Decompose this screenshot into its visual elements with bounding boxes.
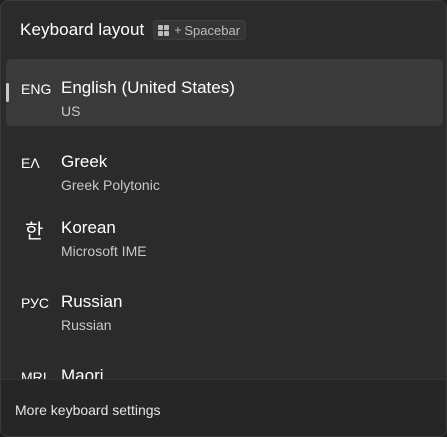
layout-language: Korean [61, 218, 116, 237]
layout-name: Microsoft IME [61, 243, 147, 259]
layout-language: Russian [61, 292, 123, 311]
layout-list: ENG English (United States) US ΕΛ Greek … [1, 57, 446, 381]
selection-indicator [6, 83, 9, 102]
layout-language: Greek [61, 152, 108, 171]
keyboard-layout-flyout: Keyboard layout + Spacebar ENG English (… [0, 0, 447, 437]
layout-language: English (United States) [61, 78, 235, 97]
flyout-header: Keyboard layout + Spacebar [20, 18, 247, 42]
flyout-title: Keyboard layout [20, 20, 145, 39]
layout-item-korean[interactable]: 한 Korean Microsoft IME [6, 199, 443, 266]
layout-item-greek[interactable]: ΕΛ Greek Greek Polytonic [6, 133, 443, 200]
more-keyboard-settings-link[interactable]: More keyboard settings [15, 402, 161, 418]
windows-key-icon [158, 24, 170, 36]
layout-item-english[interactable]: ENG English (United States) US [6, 59, 443, 126]
shortcut-plus: + [174, 23, 182, 37]
layout-name: Russian [61, 317, 112, 333]
layout-abbreviation: ENG [21, 81, 52, 97]
shortcut-hint: + Spacebar [153, 20, 247, 40]
layout-abbreviation: ΕΛ [21, 155, 40, 171]
layout-name: Greek Polytonic [61, 177, 160, 193]
layout-item-russian[interactable]: РУС Russian Russian [6, 273, 443, 340]
shortcut-key-label: Spacebar [184, 22, 241, 38]
flyout-footer: More keyboard settings [1, 379, 446, 436]
layout-item-maori[interactable]: MRI Maori [6, 347, 443, 381]
layout-abbreviation: 한 [25, 221, 44, 243]
layout-name: US [61, 103, 81, 119]
layout-abbreviation: РУС [21, 295, 50, 311]
